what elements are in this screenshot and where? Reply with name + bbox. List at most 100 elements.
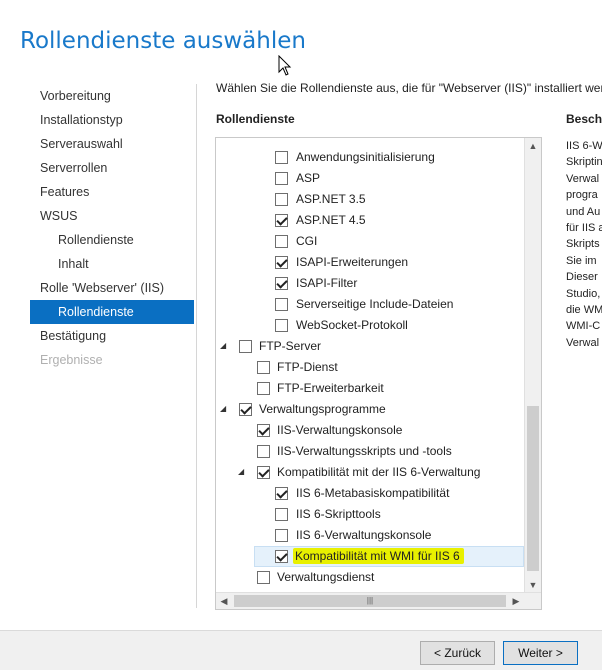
tree-row-label: IIS 6-Metabasiskompatibilität <box>296 486 450 500</box>
tree-row-aspnet35[interactable]: ASP.NET 3.5 <box>216 189 524 210</box>
checkbox[interactable] <box>275 214 288 227</box>
tree-row-ftp-erweiterbarkeit[interactable]: FTP-Erweiterbarkeit <box>216 378 524 399</box>
scroll-up-icon[interactable]: ▲ <box>525 138 541 154</box>
tree-row-aspnet45[interactable]: ASP.NET 4.5 <box>216 210 524 231</box>
tree-row-label: WebSocket-Protokoll <box>296 318 408 332</box>
next-button[interactable]: Weiter > <box>503 641 578 665</box>
checkbox[interactable] <box>275 277 288 290</box>
checkbox[interactable] <box>275 298 288 311</box>
tree-row-iis6-kompatibilitaet[interactable]: ◢ Kompatibilität mit der IIS 6-Verwaltun… <box>216 462 524 483</box>
tree-row-asp[interactable]: ASP <box>216 168 524 189</box>
description-line: Studio, <box>566 287 601 300</box>
checkbox[interactable] <box>257 466 270 479</box>
nav-item-bestaetigung[interactable]: Bestätigung <box>30 324 194 348</box>
tree-row-verwaltungsprogramme[interactable]: ◢ Verwaltungsprogramme <box>216 399 524 420</box>
checkbox[interactable] <box>275 529 288 542</box>
role-services-tree[interactable]: Anwendungsinitialisierung ASP ASP.NET 3.… <box>215 137 542 610</box>
checkbox[interactable] <box>275 550 288 563</box>
wizard-navigation: Vorbereitung Installationstyp Serverausw… <box>30 84 194 372</box>
description-line: Sie im <box>566 254 597 267</box>
tree-row-label: CGI <box>296 234 318 248</box>
checkbox[interactable] <box>275 235 288 248</box>
tree-row-label: Serverseitige Include-Dateien <box>296 297 454 311</box>
expand-triangle-icon[interactable]: ◢ <box>220 404 229 413</box>
tree-row-label: ASP.NET 3.5 <box>296 192 366 206</box>
description-line: und Au <box>566 205 601 218</box>
intro-text: Wählen Sie die Rollendienste aus, die fü… <box>216 81 602 95</box>
nav-item-wsus-rollendienste[interactable]: Rollendienste <box>30 228 194 252</box>
description-line: IIS 6-W <box>566 140 602 152</box>
nav-item-wsus-inhalt[interactable]: Inhalt <box>30 252 194 276</box>
nav-item-vorbereitung[interactable]: Vorbereitung <box>30 84 194 108</box>
checkbox[interactable] <box>275 172 288 185</box>
tree-row-label: Kompatibilität mit der IIS 6-Verwaltung <box>277 465 481 479</box>
nav-item-serverauswahl[interactable]: Serverauswahl <box>30 132 194 156</box>
expand-triangle-icon[interactable]: ◢ <box>238 467 247 476</box>
tree-row-iis-verwaltungskonsole[interactable]: IIS-Verwaltungskonsole <box>216 420 524 441</box>
tree-row-ftp-server[interactable]: ◢ FTP-Server <box>216 336 524 357</box>
checkbox[interactable] <box>239 403 252 416</box>
tree-row-label: FTP-Erweiterbarkeit <box>277 381 384 395</box>
page-title: Rollendienste auswählen <box>20 28 306 54</box>
nav-divider <box>196 84 197 608</box>
tree-row-label: Anwendungsinitialisierung <box>296 150 435 164</box>
scroll-right-icon[interactable]: ▶ <box>508 593 524 609</box>
vertical-scroll-thumb[interactable] <box>527 406 539 571</box>
tree-row-wmi-kompatibilitaet[interactable]: Kompatibilität mit WMI für IIS 6 <box>254 546 524 567</box>
nav-item-serverrollen[interactable]: Serverrollen <box>30 156 194 180</box>
tree-row-iis6-skripttools[interactable]: IIS 6-Skripttools <box>216 504 524 525</box>
tree-row-iis6-verwaltungskonsole[interactable]: IIS 6-Verwaltungskonsole <box>216 525 524 546</box>
tree-row-iis-verwaltungsskripts[interactable]: IIS-Verwaltungsskripts und -tools <box>216 441 524 462</box>
tree-row-cgi[interactable]: CGI <box>216 231 524 252</box>
checkbox[interactable] <box>275 193 288 206</box>
checkbox[interactable] <box>275 151 288 164</box>
nav-item-wsus[interactable]: WSUS <box>30 204 194 228</box>
description-line: für IIS a <box>566 222 602 235</box>
scroll-down-icon[interactable]: ▼ <box>525 577 541 593</box>
back-button[interactable]: < Zurück <box>420 641 495 665</box>
expand-triangle-icon[interactable]: ◢ <box>220 341 229 350</box>
tree-row-isapi-erweiterungen[interactable]: ISAPI-Erweiterungen <box>216 252 524 273</box>
nav-item-rolle-webserver[interactable]: Rolle 'Webserver' (IIS) <box>30 276 194 300</box>
tree-row-anwendungsinitialisierung[interactable]: Anwendungsinitialisierung <box>216 147 524 168</box>
tree-row-label: IIS-Verwaltungskonsole <box>277 423 403 437</box>
checkbox[interactable] <box>257 571 270 584</box>
mouse-cursor-icon <box>278 55 292 76</box>
checkbox[interactable] <box>257 382 270 395</box>
tree-row-label: ASP.NET 4.5 <box>296 213 366 227</box>
tree-row-ftp-dienst[interactable]: FTP-Dienst <box>216 357 524 378</box>
description-line: Verwal <box>566 172 600 185</box>
tree-row-label: IIS 6-Verwaltungskonsole <box>296 528 432 542</box>
horizontal-scroll-thumb[interactable]: ||| <box>234 595 506 607</box>
tree-row-iis6-metabasis[interactable]: IIS 6-Metabasiskompatibilität <box>216 483 524 504</box>
vertical-scrollbar[interactable]: ▲ ▼ <box>524 138 541 593</box>
description-line: Dieser <box>566 271 598 284</box>
tree-row-isapi-filter[interactable]: ISAPI-Filter <box>216 273 524 294</box>
scroll-left-icon[interactable]: ◀ <box>216 593 232 609</box>
description-line: Skripts <box>566 238 600 251</box>
tree-row-verwaltungsdienst[interactable]: Verwaltungsdienst <box>216 567 524 588</box>
description-line: progra <box>566 189 598 202</box>
horizontal-scrollbar[interactable]: ◀ ||| ▶ <box>216 592 541 609</box>
checkbox[interactable] <box>275 319 288 332</box>
checkbox[interactable] <box>257 445 270 458</box>
checkbox[interactable] <box>275 487 288 500</box>
nav-item-installationstyp[interactable]: Installationstyp <box>30 108 194 132</box>
tree-row-websocket[interactable]: WebSocket-Protokoll <box>216 315 524 336</box>
checkbox[interactable] <box>275 508 288 521</box>
tree-row-include-dateien[interactable]: Serverseitige Include-Dateien <box>216 294 524 315</box>
nav-item-features[interactable]: Features <box>30 180 194 204</box>
roles-column-header: Rollendienste <box>216 112 295 126</box>
nav-item-ergebnisse: Ergebnisse <box>40 353 103 367</box>
nav-item-webserver-rollendienste[interactable]: Rollendienste <box>30 300 194 324</box>
checkbox[interactable] <box>239 340 252 353</box>
tree-row-label: ISAPI-Filter <box>296 276 358 290</box>
checkbox[interactable] <box>275 256 288 269</box>
tree-row-label: FTP-Server <box>259 339 322 353</box>
description-column-header: Beschr <box>566 112 602 126</box>
checkbox[interactable] <box>257 361 270 374</box>
tree-row-label: Kompatibilität mit WMI für IIS 6 <box>293 548 464 564</box>
tree-row-label: IIS-Verwaltungsskripts und -tools <box>277 444 452 458</box>
description-line: WMI-C <box>566 320 601 333</box>
checkbox[interactable] <box>257 424 270 437</box>
